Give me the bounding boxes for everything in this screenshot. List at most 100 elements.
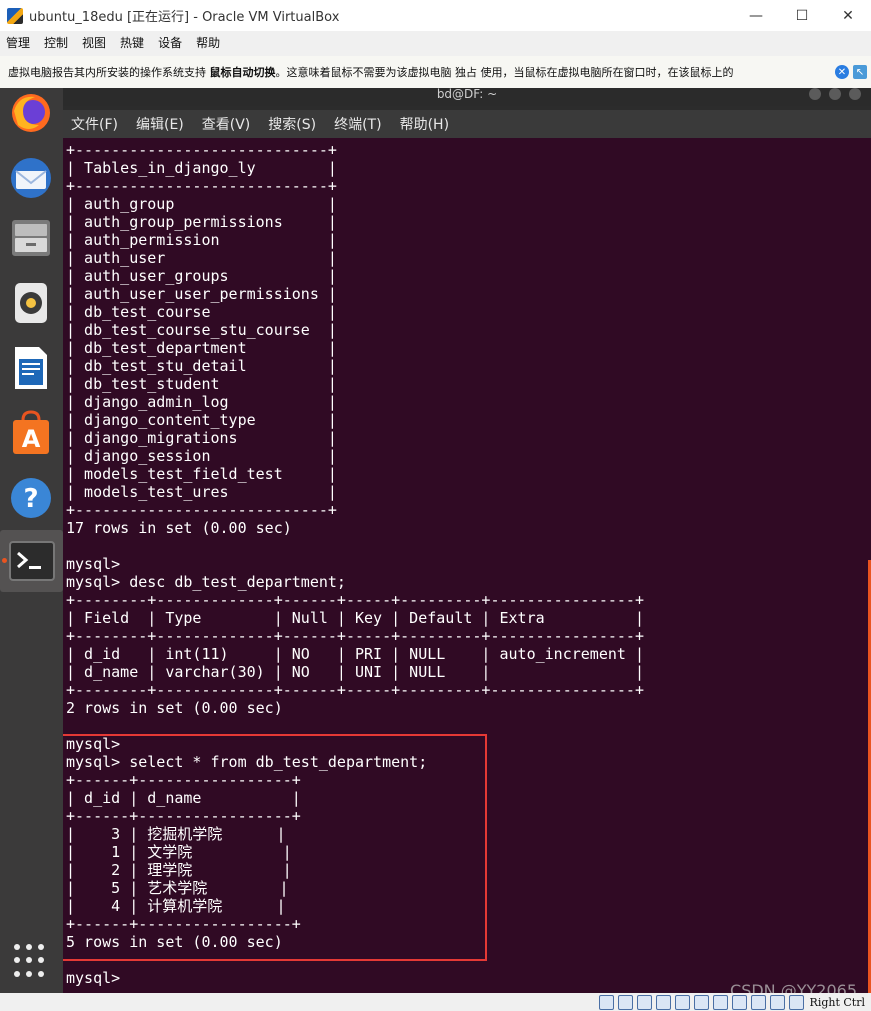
- usb-icon[interactable]: [674, 994, 690, 1010]
- virtualbox-logo-icon: [7, 7, 23, 24]
- writer-icon: [15, 347, 47, 389]
- terminal-line: mysql> select * from db_test_department;: [66, 753, 428, 771]
- terminal-minimize-icon[interactable]: [809, 88, 821, 100]
- terminal-menu-edit[interactable]: 编辑(E): [128, 114, 194, 134]
- terminal-menu-view[interactable]: 查看(V): [194, 114, 261, 134]
- firefox-icon: [12, 94, 50, 132]
- minimize-button[interactable]: —: [733, 0, 779, 31]
- dock-item-writer[interactable]: [8, 345, 54, 391]
- close-button[interactable]: ✕: [825, 0, 871, 31]
- menu-help[interactable]: 帮助: [190, 34, 228, 51]
- terminal-menu-file[interactable]: 文件(F): [63, 114, 128, 134]
- dock-item-software[interactable]: A: [8, 410, 54, 456]
- help-icon: ?: [11, 478, 51, 518]
- dock-item-rhythmbox[interactable]: [8, 280, 54, 326]
- terminal-line: 2 rows in set (0.00 sec): [66, 699, 283, 717]
- terminal-line: +------+-----------------+: [66, 771, 301, 789]
- menu-hotkey[interactable]: 热键: [114, 34, 152, 51]
- terminal-lines: +----------------------------+ | Tables_i…: [66, 141, 644, 987]
- dock-item-terminal[interactable]: [0, 530, 63, 592]
- terminal-icon: [8, 541, 55, 581]
- cpu-icon[interactable]: [750, 994, 766, 1010]
- host-key-arrow-icon: [788, 994, 804, 1010]
- rhythmbox-icon: [15, 283, 47, 323]
- recording-icon[interactable]: [731, 994, 747, 1010]
- guest-display[interactable]: A ? bd@DF: ~ 文件(F) 编辑(E) 查看(V) 搜索(S) 终端(…: [0, 88, 871, 993]
- mouse-integration-icon[interactable]: ↖: [853, 65, 867, 79]
- hard-disk-icon[interactable]: [598, 994, 614, 1010]
- software-center-icon: A: [13, 410, 49, 454]
- terminal-maximize-icon[interactable]: [829, 88, 841, 100]
- dock-item-help[interactable]: ?: [8, 475, 54, 521]
- dock-item-thunderbird[interactable]: [8, 155, 54, 201]
- terminal-line: | auth_group |: [66, 195, 337, 213]
- host-window-title: ubuntu_18edu [正在运行] - Oracle VM VirtualB…: [29, 10, 340, 25]
- menu-devices[interactable]: 设备: [152, 34, 190, 51]
- display-icon[interactable]: [712, 994, 728, 1010]
- terminal-line: | Tables_in_django_ly |: [66, 159, 337, 177]
- menu-view[interactable]: 视图: [76, 34, 114, 51]
- terminal-line: | db_test_department |: [66, 339, 337, 357]
- files-icon: [12, 220, 50, 256]
- csdn-watermark: CSDN @YY2065: [730, 981, 857, 993]
- terminal-line: | d_id | d_name |: [66, 789, 301, 807]
- mouse-integration-status-icon[interactable]: [769, 994, 785, 1010]
- terminal-line: mysql>: [66, 555, 121, 573]
- dock-item-files[interactable]: [8, 215, 54, 261]
- dock-item-firefox[interactable]: [8, 90, 54, 136]
- terminal-menu-search[interactable]: 搜索(S): [260, 114, 326, 134]
- terminal-line: 17 rows in set (0.00 sec): [66, 519, 292, 537]
- terminal-line: | models_test_field_test |: [66, 465, 337, 483]
- terminal-line: +----------------------------+: [66, 177, 337, 195]
- terminal-line: mysql>: [66, 969, 121, 987]
- terminal-line: +----------------------------+: [66, 501, 337, 519]
- terminal-line: | db_test_course |: [66, 303, 337, 321]
- host-titlebar: ubuntu_18edu [正在运行] - Oracle VM VirtualB…: [0, 0, 871, 31]
- menu-manage[interactable]: 管理: [0, 34, 38, 51]
- terminal-line: | models_test_ures |: [66, 483, 337, 501]
- optical-drive-icon[interactable]: [617, 994, 633, 1010]
- terminal-line: | db_test_course_stu_course |: [66, 321, 337, 339]
- terminal-close-icon[interactable]: [849, 88, 861, 100]
- audio-icon[interactable]: [636, 994, 652, 1010]
- terminal-line: mysql> desc db_test_department;: [66, 573, 346, 591]
- terminal-line: | django_admin_log |: [66, 393, 337, 411]
- menu-control[interactable]: 控制: [38, 34, 76, 51]
- network-icon[interactable]: [655, 994, 671, 1010]
- terminal-title: bd@DF: ~: [436, 87, 498, 101]
- shared-folder-icon[interactable]: [693, 994, 709, 1010]
- terminal-menu-help[interactable]: 帮助(H): [392, 114, 459, 134]
- terminal-line: | d_name | varchar(30) | NO | UNI | NULL…: [66, 663, 644, 681]
- dismiss-notification-icon[interactable]: ✕: [835, 65, 849, 79]
- terminal-line: | d_id | int(11) | NO | PRI | NULL | aut…: [66, 645, 644, 663]
- terminal-line: +------+-----------------+: [66, 807, 301, 825]
- terminal-line: | auth_permission |: [66, 231, 337, 249]
- host-key-label: Right Ctrl: [809, 995, 865, 1009]
- terminal-line: | django_content_type |: [66, 411, 337, 429]
- svg-text:?: ?: [23, 484, 38, 514]
- terminal-line: | 2 | 理学院 |: [66, 861, 292, 879]
- terminal-line: | Field | Type | Null | Key | Default | …: [66, 609, 644, 627]
- terminal-output[interactable]: +----------------------------+ | Tables_i…: [63, 138, 871, 993]
- terminal-menu-terminal[interactable]: 终端(T): [326, 114, 391, 134]
- terminal-line: +------+-----------------+: [66, 915, 301, 933]
- terminal-line: +--------+-------------+------+-----+---…: [66, 681, 644, 699]
- terminal-line: +--------+-------------+------+-----+---…: [66, 591, 644, 609]
- terminal-line: | django_migrations |: [66, 429, 337, 447]
- terminal-line: | auth_user_groups |: [66, 267, 337, 285]
- terminal-line: | db_test_student |: [66, 375, 337, 393]
- terminal-line: | auth_user |: [66, 249, 337, 267]
- maximize-button[interactable]: ☐: [779, 0, 825, 31]
- terminal-line: mysql>: [66, 735, 121, 753]
- thunderbird-icon: [11, 158, 51, 198]
- terminal-line: | db_test_stu_detail |: [66, 357, 337, 375]
- ubuntu-dock: A ?: [0, 88, 63, 993]
- host-statusbar: Right Ctrl: [0, 993, 871, 1011]
- show-applications-icon[interactable]: [14, 944, 48, 978]
- terminal-line: 5 rows in set (0.00 sec): [66, 933, 283, 951]
- terminal-line: | 5 | 艺术学院 |: [66, 879, 289, 897]
- terminal-menubar: 文件(F) 编辑(E) 查看(V) 搜索(S) 终端(T) 帮助(H): [63, 110, 871, 138]
- active-indicator: [2, 558, 7, 563]
